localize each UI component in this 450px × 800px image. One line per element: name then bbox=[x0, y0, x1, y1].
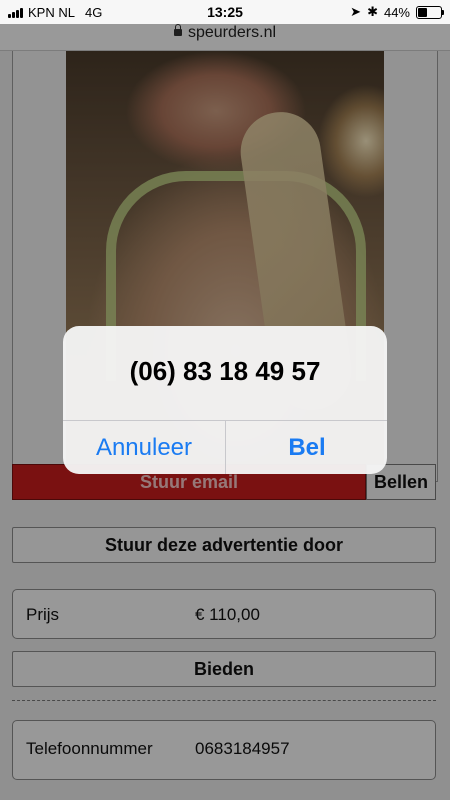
bluetooth-icon: ✱ bbox=[367, 4, 378, 19]
cancel-button[interactable]: Annuleer bbox=[63, 421, 225, 474]
status-bar: KPN NL 4G 13:25 ➤ ✱ 44% bbox=[0, 0, 450, 24]
alert-phone-number: (06) 83 18 49 57 bbox=[129, 356, 321, 386]
call-alert-dialog: (06) 83 18 49 57 Annuleer Bel bbox=[63, 326, 387, 474]
battery-icon bbox=[416, 5, 444, 19]
confirm-call-button[interactable]: Bel bbox=[226, 421, 387, 474]
battery-percentage: 44% bbox=[383, 4, 410, 20]
location-arrow-icon: ➤ bbox=[350, 4, 362, 19]
